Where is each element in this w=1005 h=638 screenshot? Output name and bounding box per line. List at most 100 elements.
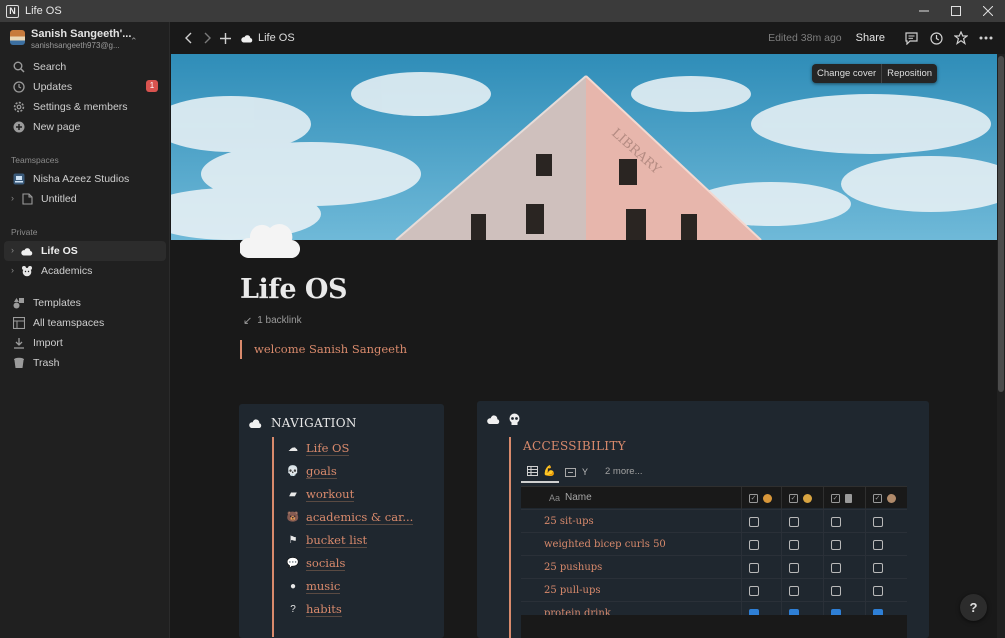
page-scrollbar[interactable] [997,54,1005,638]
name-column-header[interactable]: Aa Name [549,492,592,503]
checkbox[interactable] [873,516,883,527]
checkbox-cell[interactable] [823,510,863,533]
sidebar-updates[interactable]: Updates 1 [4,77,166,97]
page-icon-cloud[interactable] [238,210,301,262]
nav-link-label: goals [306,463,337,479]
sidebar-all-teamspaces[interactable]: All teamspaces [4,313,166,333]
nav-link-socials[interactable]: 💬 socials [286,554,346,572]
text-property-icon: Aa [549,492,561,503]
checkbox[interactable] [831,562,841,573]
comments-button[interactable] [902,29,920,47]
sidebar-item-label: All teamspaces [33,317,105,329]
checkbox[interactable] [749,562,759,573]
checkbox-cell[interactable] [823,556,863,579]
chevron-right-icon [204,32,211,44]
checkbox[interactable] [873,585,883,596]
sidebar-item-life-os[interactable]: › Life OS [4,241,166,261]
chevron-right-icon[interactable]: › [11,245,14,255]
checkbox-cell[interactable] [781,510,821,533]
nav-link-label: habits [306,601,342,617]
sidebar-import[interactable]: Import [4,333,166,353]
page-topbar: Life OS Edited 38m ago Share [171,22,1005,54]
accessibility-card: ACCESSIBILITY 💪 Y 2 more... Aa Name ✓ ✓ … [477,401,929,638]
nav-link-academics[interactable]: 🐻 academics & car... [286,508,414,526]
checkbox[interactable] [749,539,759,550]
sidebar-new-page[interactable]: New page [4,117,166,137]
back-button[interactable] [181,30,197,46]
checkbox-cell[interactable] [823,533,863,556]
table-row[interactable]: 25 pull-ups [521,578,907,602]
nav-link-goals[interactable]: 💀 goals [286,462,337,480]
sidebar-item-untitled[interactable]: › Untitled [4,189,166,209]
column-header-check-1[interactable]: ✓ [741,487,781,509]
new-tab-button[interactable] [217,30,233,46]
nav-link-habits[interactable]: ? habits [286,600,342,618]
sidebar-settings[interactable]: Settings & members [4,97,166,117]
table-row[interactable]: weighted bicep curls 50 [521,532,907,556]
more-views-button[interactable]: 2 more... [605,466,643,477]
checkbox[interactable] [749,585,759,596]
column-header-check-3[interactable]: ✓ [823,487,863,509]
backlinks-button[interactable]: ↙ 1 backlink [243,314,302,327]
comment-icon [904,31,918,45]
sidebar-item-nisha-azeez-studios[interactable]: Nisha Azeez Studios [4,169,166,189]
checkbox-cell[interactable] [823,579,863,602]
reposition-button[interactable]: Reposition [882,64,937,83]
checkbox[interactable] [789,562,799,573]
checkbox-cell[interactable] [781,556,821,579]
tab-gallery-view[interactable]: Y [565,461,599,483]
sidebar-item-label: Trash [33,357,60,369]
welcome-callout[interactable]: welcome Sanish Sangeeth [240,340,407,359]
breadcrumb[interactable]: Life OS [241,32,295,44]
help-button[interactable]: ? [960,594,987,621]
checkbox-cell[interactable] [865,510,905,533]
favorite-button[interactable] [952,29,970,47]
tab-table-view[interactable]: 💪 [521,461,559,483]
column-header-check-4[interactable]: ✓ [865,487,905,509]
checkbox-cell[interactable] [741,579,781,602]
checkbox[interactable] [789,585,799,596]
checkbox-cell[interactable] [781,579,821,602]
history-button[interactable] [927,29,945,47]
cloud-icon [238,224,301,259]
checkbox-cell[interactable] [741,510,781,533]
checkbox-cell[interactable] [781,533,821,556]
checkbox-cell[interactable] [865,556,905,579]
nav-link-bucket-list[interactable]: ⚑ bucket list [286,531,368,549]
nav-link-life-os[interactable]: ☁ Life OS [286,439,350,457]
forward-button[interactable] [199,30,215,46]
share-button[interactable]: Share [856,32,885,44]
nav-link-workout[interactable]: ▰ workout [286,485,355,503]
sidebar-search[interactable]: Search [4,57,166,77]
table-row[interactable]: 25 sit-ups [521,509,907,533]
maximize-button[interactable] [940,0,972,22]
minimize-button[interactable] [908,0,940,22]
sidebar-trash[interactable]: Trash [4,353,166,373]
chevron-right-icon[interactable]: › [11,265,14,275]
sidebar-templates[interactable]: Templates [4,293,166,313]
checkbox-cell[interactable] [741,533,781,556]
chevron-right-icon[interactable]: › [11,193,14,203]
sidebar-item-academics[interactable]: › Academics [4,261,166,281]
sidebar-item-label: Untitled [41,193,77,205]
change-cover-button[interactable]: Change cover [812,64,881,83]
workspace-switcher[interactable]: Sanish Sangeeth'... sanishsangeeth973@g.… [10,28,165,58]
checkbox[interactable] [831,539,841,550]
checkbox[interactable] [789,516,799,527]
nav-link-music[interactable]: ● music [286,577,341,595]
page-title[interactable]: Life OS [240,274,347,305]
close-window-button[interactable] [972,0,1004,22]
column-header-check-2[interactable]: ✓ [781,487,821,509]
checkbox-cell[interactable] [865,533,905,556]
checkbox-cell[interactable] [741,556,781,579]
more-options-button[interactable] [977,29,995,47]
table-row[interactable]: 25 pushups [521,555,907,579]
checkbox[interactable] [831,516,841,527]
checkbox-cell[interactable] [865,579,905,602]
scrollbar-thumb[interactable] [998,56,1004,392]
checkbox[interactable] [873,539,883,550]
checkbox[interactable] [749,516,759,527]
checkbox[interactable] [873,562,883,573]
checkbox[interactable] [831,585,841,596]
checkbox[interactable] [789,539,799,550]
